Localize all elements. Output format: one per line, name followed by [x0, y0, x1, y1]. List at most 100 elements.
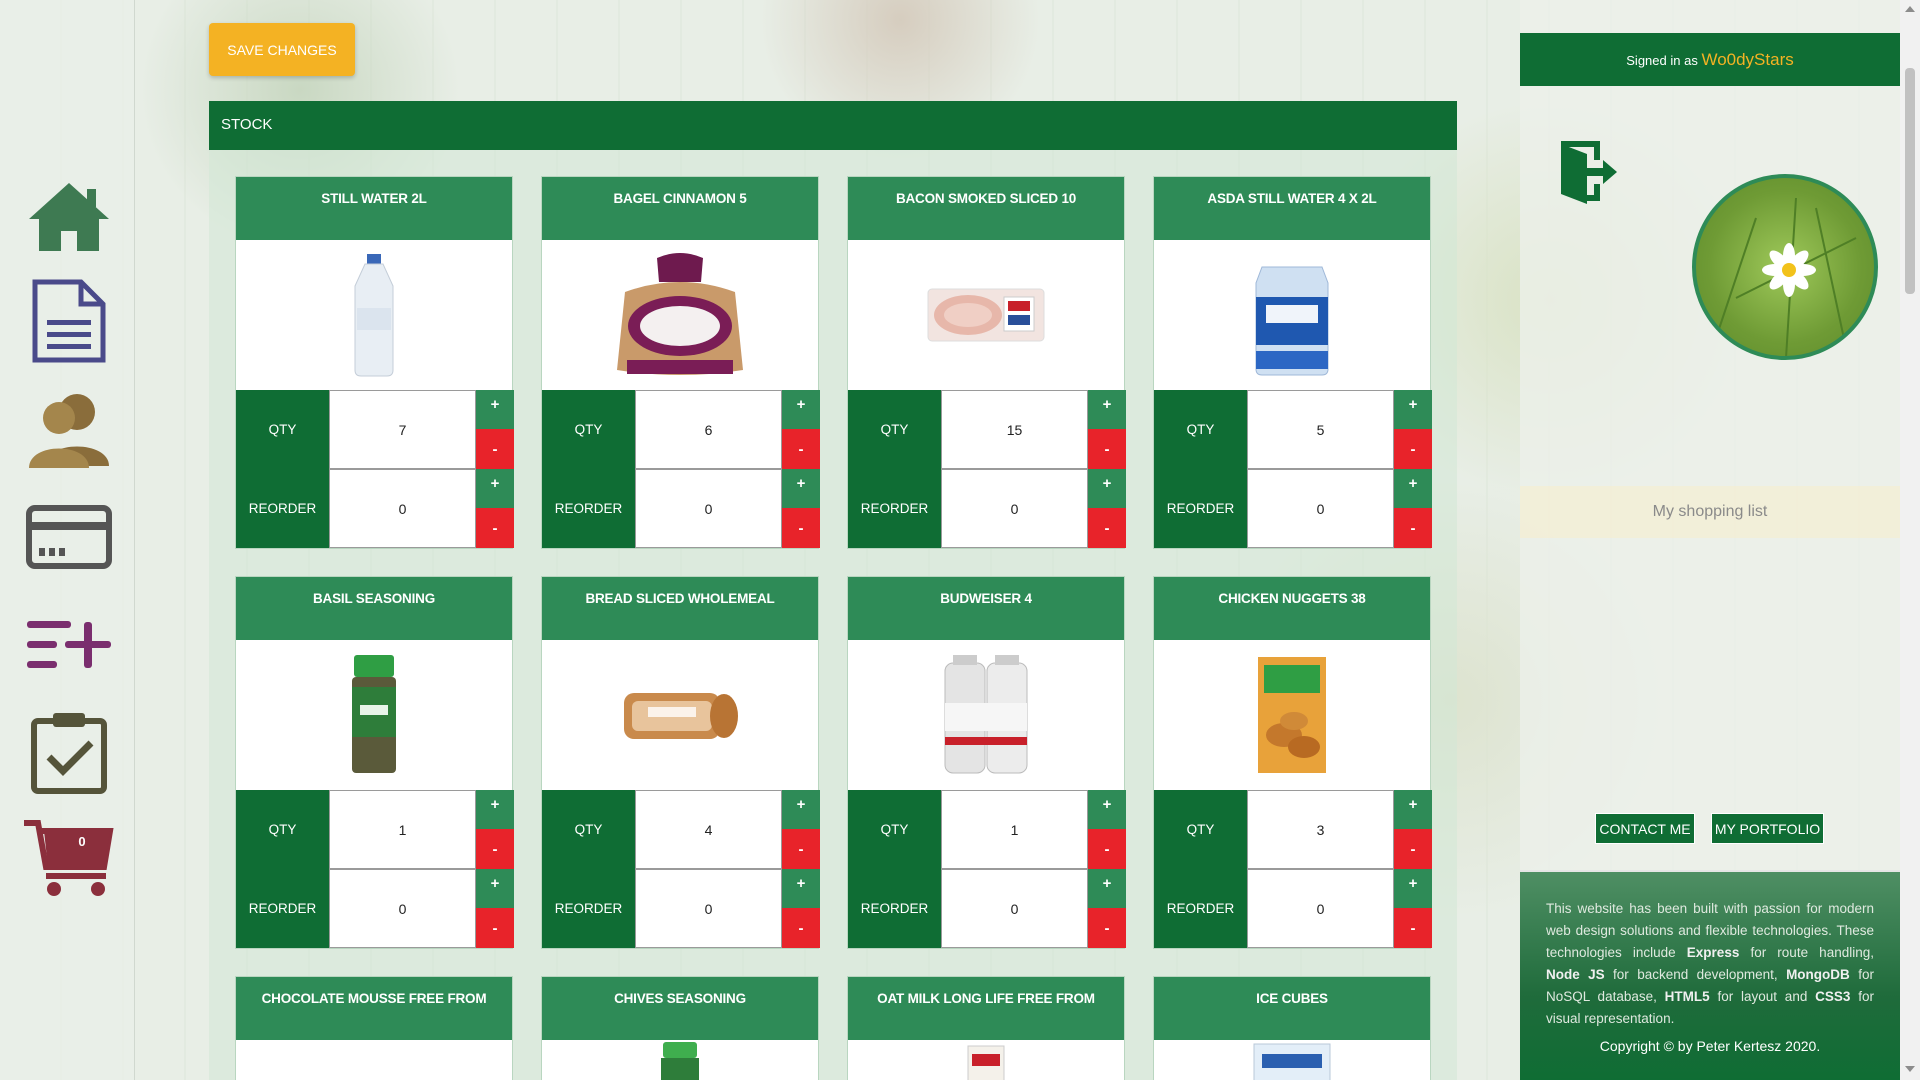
reorder-plus-button[interactable]: + — [782, 469, 820, 508]
left-navigation: 0 — [0, 0, 135, 1080]
username: Wo0dyStars — [1701, 50, 1794, 69]
qty-value[interactable]: 15 — [941, 390, 1088, 469]
qty-label: QTY — [236, 790, 329, 869]
qty-label: QTY — [848, 790, 941, 869]
qty-minus-button[interactable]: - — [476, 829, 514, 869]
reorder-plus-button[interactable]: + — [476, 869, 514, 908]
footer: This website has been built with passion… — [1520, 870, 1900, 1080]
qty-value[interactable]: 1 — [329, 790, 476, 869]
product-name: BAGEL CINNAMON 5 — [542, 177, 818, 240]
product-card: BAGEL CINNAMON 5 QTY 6 + - REORDER 0 + - — [541, 176, 820, 549]
save-changes-button[interactable]: SAVE CHANGES — [209, 23, 355, 76]
qty-label: QTY — [848, 390, 941, 469]
qty-value[interactable]: 3 — [1247, 790, 1394, 869]
product-card: BASIL SEASONING QTY 1 + - REORDER 0 + - — [235, 576, 514, 949]
reorder-label: REORDER — [1154, 869, 1247, 948]
reorder-plus-button[interactable]: + — [1394, 469, 1432, 508]
reorder-minus-button[interactable]: - — [782, 508, 820, 548]
product-name: CHIVES SEASONING — [542, 977, 818, 1040]
qty-value[interactable]: 5 — [1247, 390, 1394, 469]
product-image — [236, 1040, 512, 1080]
reorder-minus-button[interactable]: - — [476, 508, 514, 548]
product-name: STILL WATER 2L — [236, 177, 512, 240]
qty-plus-button[interactable]: + — [782, 790, 820, 829]
home-icon[interactable] — [24, 177, 114, 257]
reorder-value[interactable]: 0 — [329, 469, 476, 548]
product-name: ICE CUBES — [1154, 977, 1430, 1040]
reorder-minus-button[interactable]: - — [476, 908, 514, 948]
cart-icon[interactable] — [24, 818, 114, 898]
reorder-plus-button[interactable]: + — [476, 469, 514, 508]
reorder-value[interactable]: 0 — [1247, 869, 1394, 948]
qty-value[interactable]: 7 — [329, 390, 476, 469]
cart-count-badge: 0 — [78, 834, 86, 849]
reorder-minus-button[interactable]: - — [1394, 508, 1432, 548]
qty-minus-button[interactable]: - — [1088, 429, 1126, 469]
product-card: OAT MILK LONG LIFE FREE FROM — [847, 976, 1125, 1080]
reorder-label: REORDER — [542, 869, 635, 948]
user-icon[interactable] — [24, 390, 114, 470]
clipboard-check-icon[interactable] — [24, 712, 114, 794]
qty-minus-button[interactable]: - — [1088, 829, 1126, 869]
product-name: CHICKEN NUGGETS 38 — [1154, 577, 1430, 640]
reorder-plus-button[interactable]: + — [1088, 469, 1126, 508]
qty-value[interactable]: 4 — [635, 790, 782, 869]
reorder-minus-button[interactable]: - — [1088, 508, 1126, 548]
qty-plus-button[interactable]: + — [1088, 390, 1126, 429]
scroll-down-arrow-icon[interactable] — [1905, 1066, 1915, 1072]
product-name: CHOCOLATE MOUSSE FREE FROM — [236, 977, 512, 1040]
product-image — [236, 640, 512, 790]
qty-plus-button[interactable]: + — [1394, 390, 1432, 429]
qty-minus-button[interactable]: - — [782, 829, 820, 869]
reorder-value[interactable]: 0 — [1247, 469, 1394, 548]
footer-description: This website has been built with passion… — [1546, 901, 1874, 1026]
reorder-row: REORDER 0 + - — [542, 869, 820, 948]
qty-plus-button[interactable]: + — [476, 790, 514, 829]
product-image — [848, 1040, 1124, 1080]
document-icon[interactable] — [24, 279, 114, 363]
reorder-row: REORDER 0 + - — [542, 469, 820, 548]
qty-minus-button[interactable]: - — [1394, 829, 1432, 869]
qty-plus-button[interactable]: + — [1088, 790, 1126, 829]
reorder-minus-button[interactable]: - — [782, 908, 820, 948]
shopping-list-link[interactable]: My shopping list — [1520, 486, 1900, 538]
reorder-plus-button[interactable]: + — [782, 869, 820, 908]
product-card: STILL WATER 2L QTY 7 + - REORDER 0 + - — [235, 176, 514, 549]
reorder-value[interactable]: 0 — [635, 869, 782, 948]
scrollbar[interactable] — [1900, 0, 1920, 1080]
qty-plus-button[interactable]: + — [782, 390, 820, 429]
reorder-value[interactable]: 0 — [329, 869, 476, 948]
copyright: Copyright © by Peter Kertesz 2020. — [1599, 1038, 1821, 1054]
product-image — [848, 640, 1124, 790]
qty-plus-button[interactable]: + — [476, 390, 514, 429]
product-image — [848, 240, 1124, 390]
qty-minus-button[interactable]: - — [782, 429, 820, 469]
credit-card-icon[interactable] — [24, 497, 114, 577]
logout-icon[interactable] — [1557, 140, 1619, 211]
product-name: OAT MILK LONG LIFE FREE FROM — [848, 977, 1124, 1040]
qty-value[interactable]: 1 — [941, 790, 1088, 869]
signed-in-bar: Signed in as Wo0dyStars — [1520, 33, 1900, 86]
reorder-plus-button[interactable]: + — [1394, 869, 1432, 908]
qty-value[interactable]: 6 — [635, 390, 782, 469]
my-portfolio-button[interactable]: MY PORTFOLIO — [1711, 813, 1824, 844]
product-name: BREAD SLICED WHOLEMEAL — [542, 577, 818, 640]
product-card: ASDA STILL WATER 4 X 2L QTY 5 + - REORDER… — [1153, 176, 1432, 549]
reorder-plus-button[interactable]: + — [1088, 869, 1126, 908]
scroll-up-arrow-icon[interactable] — [1905, 6, 1915, 12]
contact-me-button[interactable]: CONTACT ME — [1595, 813, 1695, 844]
add-list-icon[interactable] — [24, 605, 114, 685]
reorder-label: REORDER — [236, 869, 329, 948]
qty-label: QTY — [1154, 790, 1247, 869]
product-card: CHICKEN NUGGETS 38 QTY 3 + - REORDER 0 + - — [1153, 576, 1432, 949]
product-name: BASIL SEASONING — [236, 577, 512, 640]
reorder-value[interactable]: 0 — [941, 869, 1088, 948]
qty-plus-button[interactable]: + — [1394, 790, 1432, 829]
qty-minus-button[interactable]: - — [1394, 429, 1432, 469]
scroll-thumb[interactable] — [1905, 68, 1915, 294]
reorder-minus-button[interactable]: - — [1394, 908, 1432, 948]
reorder-minus-button[interactable]: - — [1088, 908, 1126, 948]
qty-minus-button[interactable]: - — [476, 429, 514, 469]
reorder-value[interactable]: 0 — [635, 469, 782, 548]
reorder-value[interactable]: 0 — [941, 469, 1088, 548]
